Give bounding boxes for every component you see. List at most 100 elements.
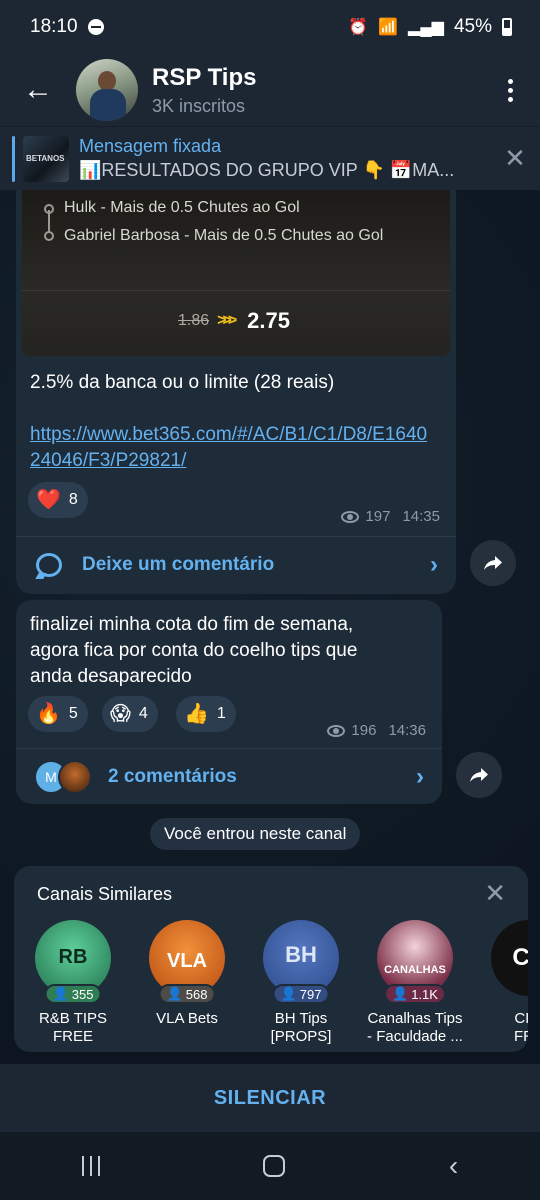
pinned-message[interactable]: Mensagem fixada 📊RESULTADOS DO GRUPO VIP…	[0, 126, 540, 190]
dnd-icon	[87, 19, 104, 35]
leg-connector	[48, 210, 50, 232]
message-bubble[interactable]: finalizei minha cota do fim de semana, a…	[16, 600, 442, 804]
reaction-count: 8	[68, 491, 78, 508]
channel-avatar: VLA 👤 568	[149, 920, 225, 1004]
thumbs-up-icon: 👍	[184, 703, 209, 725]
reaction-count: 5	[68, 705, 78, 722]
comment-bubble-icon	[36, 552, 62, 577]
chevron-right-icon: ›	[416, 762, 424, 790]
avatar-text: VLA	[167, 950, 207, 972]
mute-label: SILENCIAR	[213, 1086, 327, 1109]
channel-info[interactable]: RSP Tips 3K inscritos	[152, 64, 480, 117]
view-count: 196	[351, 722, 377, 739]
message-text-line: finalizei minha cota do fim de semana,	[30, 614, 354, 635]
leg-dot-icon	[44, 231, 54, 241]
status-icons: ⏰ 📶 ▂▄▆ 45%	[348, 16, 512, 38]
message-bubble[interactable]: Hulk - Mais de 0.5 Chutes ao Gol Gabriel…	[16, 190, 456, 594]
chat-header: ← RSP Tips 3K inscritos	[0, 54, 540, 126]
back-arrow-icon[interactable]: ←	[0, 54, 76, 126]
similar-channel-item[interactable]: CP 👤 CP4 FRE	[474, 920, 528, 1046]
reaction-heart[interactable]: ❤️ 8	[28, 482, 88, 518]
channel-name: R&B TIPS FREE	[38, 1010, 108, 1045]
comment-label: 2 comentários	[108, 765, 237, 787]
message-time: 14:36	[388, 722, 426, 739]
reaction-thumbs-up[interactable]: 👍 1	[176, 696, 236, 732]
fire-icon: 🔥	[36, 703, 61, 725]
similar-channel-item[interactable]: RB 👤 355 R&B TIPS FREE	[18, 920, 128, 1046]
subscriber-badge: 👤 568	[158, 984, 216, 1004]
odds-new: 2.75	[247, 308, 290, 333]
status-time: 18:10	[30, 16, 78, 37]
user-icon: 👤	[280, 986, 297, 1001]
reaction-scream[interactable]: 😱 4	[102, 696, 158, 732]
channel-subscribers: 3K inscritos	[152, 95, 246, 116]
more-menu-icon[interactable]	[480, 54, 540, 126]
wifi-icon: 📶	[378, 19, 399, 36]
boost-arrows-icon: >>>	[217, 312, 237, 329]
odds-row: 1.86 >>> 2.75	[178, 308, 290, 334]
leave-comment-button[interactable]: Deixe um comentário ›	[16, 536, 456, 592]
similar-channel-item[interactable]: BH 👤 797 BH Tips [PROPS]	[246, 920, 356, 1046]
channel-avatar: CANALHAS 👤 1.1K	[377, 920, 453, 1004]
comment-label: Deixe um comentário	[82, 553, 275, 575]
bet-leg: Gabriel Barbosa - Mais de 0.5 Chutes ao …	[64, 227, 384, 244]
reaction-fire[interactable]: 🔥 5	[28, 696, 88, 732]
reaction-count: 4	[138, 705, 148, 722]
similar-channel-item[interactable]: VLA 👤 568 VLA Bets	[132, 920, 242, 1028]
avatar-text: RB	[58, 946, 88, 968]
system-nav-bar: ‹	[0, 1132, 540, 1200]
pinned-thumbnail	[23, 135, 69, 182]
pinned-indicator	[12, 135, 15, 182]
message-text: 2.5% da banca ou o limite (28 reais)	[30, 372, 335, 393]
user-icon: 👤	[166, 986, 183, 1001]
heart-icon: ❤️	[36, 489, 61, 511]
avatar-text: BH	[285, 942, 317, 967]
close-icon[interactable]: ✕	[490, 143, 540, 174]
bet-leg: Hulk - Mais de 0.5 Chutes ao Gol	[64, 199, 300, 216]
reaction-count: 1	[216, 705, 226, 722]
channel-avatar: CP 👤	[491, 920, 528, 996]
bet-slip-image[interactable]: Hulk - Mais de 0.5 Chutes ao Gol Gabriel…	[22, 190, 450, 356]
share-button[interactable]	[456, 752, 502, 798]
user-icon: 👤	[392, 986, 409, 1001]
views-icon	[341, 510, 360, 523]
commenter-avatars: M	[34, 760, 92, 794]
similar-channels-panel: Canais Similares ✕ RB 👤 355 R&B TIPS FREE…	[14, 866, 528, 1052]
recent-apps-icon[interactable]	[81, 1156, 100, 1176]
battery-percent: 45%	[453, 16, 492, 37]
mute-button[interactable]: SILENCIAR	[0, 1064, 540, 1132]
subscriber-badge: 👤 797	[272, 984, 330, 1004]
chevron-right-icon: ›	[430, 550, 438, 578]
share-button[interactable]	[470, 540, 516, 586]
message-time: 14:35	[402, 508, 440, 525]
views-icon	[327, 724, 346, 737]
channel-name: BH Tips [PROPS]	[270, 1010, 332, 1045]
odds-old: 1.86	[178, 312, 210, 329]
subscriber-badge: 👤 355	[44, 984, 102, 1004]
signal-icon: ▂▄▆	[408, 19, 444, 36]
pinned-text: 📊RESULTADOS DO GRUPO VIP 👇 📅MA...	[79, 160, 455, 180]
pinned-title: Mensagem fixada	[79, 136, 222, 156]
message-meta: 196 14:36	[327, 722, 426, 739]
message-text-line: anda desaparecido	[30, 666, 192, 687]
subscriber-badge: 👤 1.1K	[384, 984, 446, 1004]
view-count: 197	[365, 508, 391, 525]
scream-icon: 😱	[110, 703, 131, 725]
user-icon: 👤	[52, 986, 69, 1001]
channel-avatar[interactable]	[76, 59, 138, 121]
status-bar: 18:10 ⏰ 📶 ▂▄▆ 45%	[0, 0, 540, 54]
home-icon[interactable]	[263, 1155, 286, 1177]
back-icon[interactable]: ‹	[449, 1150, 458, 1182]
avatar-text: CANALHAS	[384, 964, 446, 976]
close-icon[interactable]: ✕	[484, 878, 506, 909]
similar-channels-title: Canais Similares	[37, 884, 173, 904]
share-arrow-icon	[484, 556, 502, 570]
channel-name: VLA Bets	[156, 1010, 218, 1027]
message-link[interactable]: https://www.bet365.com/#/AC/B1/C1/D8/E16…	[30, 422, 430, 474]
channel-name: CP4 FRE	[514, 1010, 528, 1045]
message-text-line: agora fica por conta do coelho tips que	[30, 640, 358, 661]
channel-avatar: BH 👤 797	[263, 920, 339, 1004]
avatar-text: CP	[512, 944, 528, 971]
similar-channel-item[interactable]: CANALHAS 👤 1.1K Canalhas Tips - Faculdade…	[360, 920, 470, 1046]
battery-icon	[502, 18, 512, 36]
